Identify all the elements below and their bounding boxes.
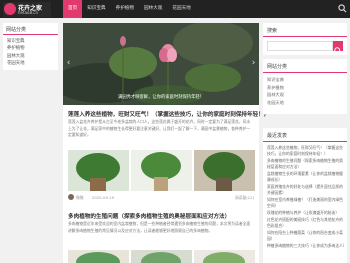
article-card: 多肉植物的生殖问题（探索多肉植物生殖的奥秘层面和应对方法） 多肉植物是近年来受欢…: [63, 210, 259, 263]
right-category-panel: 网站分类 知识宝典 养护植物 园林大观 花园天地: [263, 59, 347, 114]
left-category-item[interactable]: 园林大观: [7, 53, 25, 60]
right-category-list: 知识宝典 养护植物 园林大观 花园天地: [267, 76, 284, 106]
recent-posts-title: 最近发表: [267, 133, 288, 139]
nav-garden-world[interactable]: 花园天地: [167, 0, 195, 18]
article-title[interactable]: 莲莲入养这些植物，旺财又旺气！（掌握这些技巧，让你的家庭时刻保持年轻！）: [68, 110, 269, 118]
recent-post-link[interactable]: 盆栽植物生长的环境要素（让你的盆栽植物健康成长）: [267, 171, 345, 183]
divider: [263, 72, 347, 73]
divider: [263, 141, 347, 142]
flower-logo-icon: [4, 3, 16, 15]
banner-next-icon[interactable]: ›: [250, 57, 257, 69]
lotus-image: [63, 23, 259, 105]
right-category-item[interactable]: 花园天地: [267, 99, 284, 107]
plant-image-2[interactable]: [131, 150, 192, 191]
recent-posts-list: 莲莲入养这些植物，旺财又旺气！（掌握这些技巧，让你的家庭时刻保持年轻！） 多肉植…: [267, 145, 347, 250]
left-category-panel: 网站分类 知识宝典 养护植物 园林大观 花园天地: [3, 23, 58, 70]
left-category-item[interactable]: 知识宝典: [7, 38, 25, 45]
recent-post-link[interactable]: 种植多肉植物的三大技巧（让你成为多肉达人）: [267, 243, 347, 249]
recent-post-link[interactable]: 家庭养殖花卉的好处与选择（提升居住品质的关键因素）: [267, 184, 345, 196]
search-input[interactable]: [267, 41, 333, 51]
article-excerpt: 多肉植物是近年来受欢迎的室内盆栽植物，但是一些种植者经常遇到多肉植物生殖的问题，…: [68, 221, 251, 233]
right-category-item[interactable]: 园林大观: [267, 91, 284, 99]
divider: [263, 36, 347, 37]
plant-image-3[interactable]: [194, 150, 255, 191]
search-panel-title: 搜索: [267, 28, 278, 34]
plant-image-4[interactable]: [68, 249, 129, 263]
plant-image-6[interactable]: [194, 249, 255, 263]
left-category-list: 知识宝典 养护植物 园林大观 花园天地: [7, 38, 25, 68]
logo-subtitle: hetao8.cn: [18, 10, 39, 15]
divider: [3, 34, 58, 35]
left-category-title: 网站分类: [6, 27, 27, 33]
banner-slider[interactable]: ‹ ›: [63, 23, 259, 105]
main-nav: 首页 知识宝典 养护植物 园林大观 花园天地: [63, 0, 196, 18]
nav-plant-care[interactable]: 养护植物: [111, 0, 139, 18]
recent-post-link[interactable]: 莲莲入养这些植物，旺财又旺气！（掌握这些技巧，让你的家庭时刻保持年轻！）: [267, 145, 345, 157]
author-name[interactable]: 微微: [76, 195, 84, 201]
left-category-item[interactable]: 花园天地: [7, 60, 25, 67]
nav-home[interactable]: 首页: [63, 0, 83, 18]
banner-caption: 满园秀才映客鲜，让你的家庭时刻保持年轻！: [118, 95, 204, 100]
recent-post-link[interactable]: 如何在室内养殖绿植？（打造美丽的室内绿色空间）: [267, 197, 345, 209]
search-icon: [334, 47, 342, 55]
recent-post-link[interactable]: 玫瑰花的种植与养护（让玫瑰盛开的秘诀）: [267, 210, 345, 216]
nav-knowledge[interactable]: 知识宝典: [82, 0, 110, 18]
top-navbar: 花卉之家 hetao8.cn 首页 知识宝典 养护植物 园林大观 花园天地: [0, 0, 350, 18]
recent-post-link[interactable]: 如何在阳台上种植蔬菜（让你的阳台变成小菜园）: [267, 230, 345, 242]
article-thumbnails: [68, 150, 255, 191]
right-category-item[interactable]: 知识宝典: [267, 76, 284, 84]
view-count: 阅读量(12): [234, 195, 254, 200]
post-date: 2025-09-19: [92, 195, 115, 200]
article-title[interactable]: 多肉植物的生殖问题（探索多肉植物生殖的奥秘层面和应对方法）: [68, 212, 230, 220]
nav-gardens[interactable]: 园林大观: [139, 0, 167, 18]
plant-image-1[interactable]: [68, 150, 129, 191]
recent-post-link[interactable]: 红色花卉搭配的美丽技巧（红色与其他花卉的色彩组合）: [267, 217, 345, 229]
avatar: [68, 194, 74, 200]
right-category-title: 网站分类: [267, 64, 288, 70]
recent-post-link[interactable]: 多肉植物的生殖问题（探索多肉植物生殖的奥秘层面和应对方法）: [267, 158, 345, 170]
banner-prev-icon[interactable]: ‹: [65, 57, 72, 69]
left-category-item[interactable]: 养护植物: [7, 45, 25, 52]
search-icon[interactable]: [338, 4, 347, 13]
recent-posts-panel: 最近发表 莲莲入养这些植物，旺财又旺气！（掌握这些技巧，让你的家庭时刻保持年轻！…: [263, 128, 347, 263]
right-category-item[interactable]: 养护植物: [267, 84, 284, 92]
article-meta: 微微 2025-09-19 阅读量(12): [68, 194, 254, 201]
search-panel: 搜索: [263, 23, 347, 55]
search-button[interactable]: [333, 41, 343, 55]
article-card: 莲莲入养这些植物，旺财又旺气！（掌握这些技巧，让你的家庭时刻保持年轻！） 莲莲入…: [63, 108, 269, 204]
article-thumbnails: [68, 249, 255, 263]
site-logo[interactable]: 花卉之家 hetao8.cn: [3, 2, 51, 17]
article-excerpt: 莲莲入盆花卉养护是从古至今老多盆栽的人口人。这些莲花属于盛开的花卉，同时一定要为…: [68, 119, 251, 137]
plant-image-5[interactable]: [131, 249, 192, 263]
